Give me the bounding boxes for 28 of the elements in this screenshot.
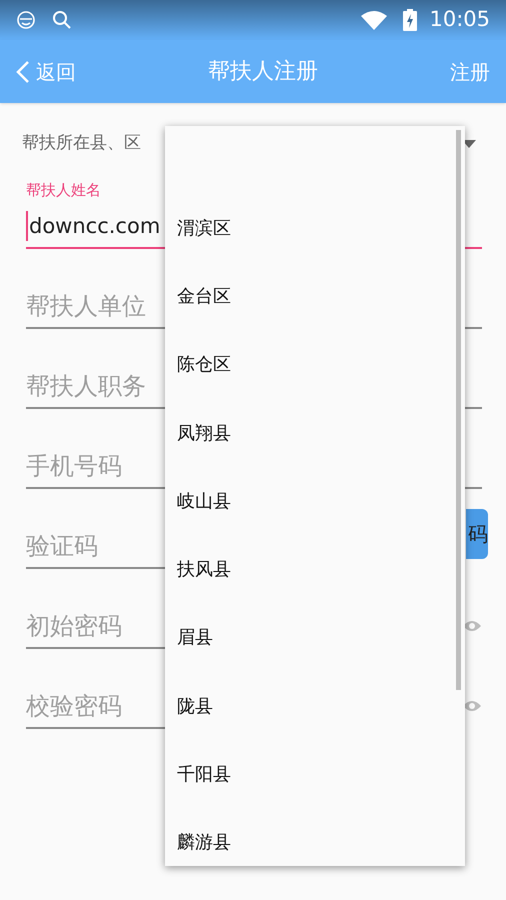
dropdown-item[interactable]: 陈仓区 xyxy=(165,330,465,399)
dropdown-item[interactable]: 眉县 xyxy=(165,604,465,672)
dropdown-item[interactable]: 麟游县 xyxy=(165,808,465,866)
get-code-button[interactable]: 码 xyxy=(466,509,488,559)
dropdown-item[interactable]: 陇县 xyxy=(165,672,465,740)
face-icon xyxy=(16,10,36,30)
field-placeholder: 初始密码 xyxy=(26,611,122,641)
dropdown-caret-icon[interactable] xyxy=(462,140,476,148)
field-placeholder: 手机号码 xyxy=(26,451,122,481)
wifi-icon xyxy=(361,10,388,30)
dropdown-item[interactable]: 渭滨区 xyxy=(165,194,465,262)
chevron-left-icon xyxy=(16,60,30,84)
clock-time: 10:05 xyxy=(429,6,490,34)
dropdown-item[interactable]: 千阳县 xyxy=(165,740,465,809)
dropdown-item[interactable]: 扶风县 xyxy=(165,535,465,604)
field-placeholder: 校验密码 xyxy=(26,691,122,721)
page-title: 帮扶人注册 xyxy=(207,58,319,86)
dropdown-item[interactable]: 岐山县 xyxy=(165,467,465,536)
field-value: downcc.com xyxy=(26,211,160,241)
battery-charging-icon xyxy=(403,9,418,31)
dropdown-item[interactable]: 凤翔县 xyxy=(165,398,465,468)
floating-label: 帮扶人姓名 xyxy=(26,180,101,200)
field-placeholder: 验证码 xyxy=(26,531,98,561)
district-label: 帮扶所在县、区 xyxy=(22,132,141,156)
field-placeholder: 帮扶人单位 xyxy=(26,291,146,321)
field-placeholder: 帮扶人职务 xyxy=(26,371,146,401)
dropdown-item[interactable]: 金台区 xyxy=(165,262,465,331)
search-icon xyxy=(52,10,72,30)
